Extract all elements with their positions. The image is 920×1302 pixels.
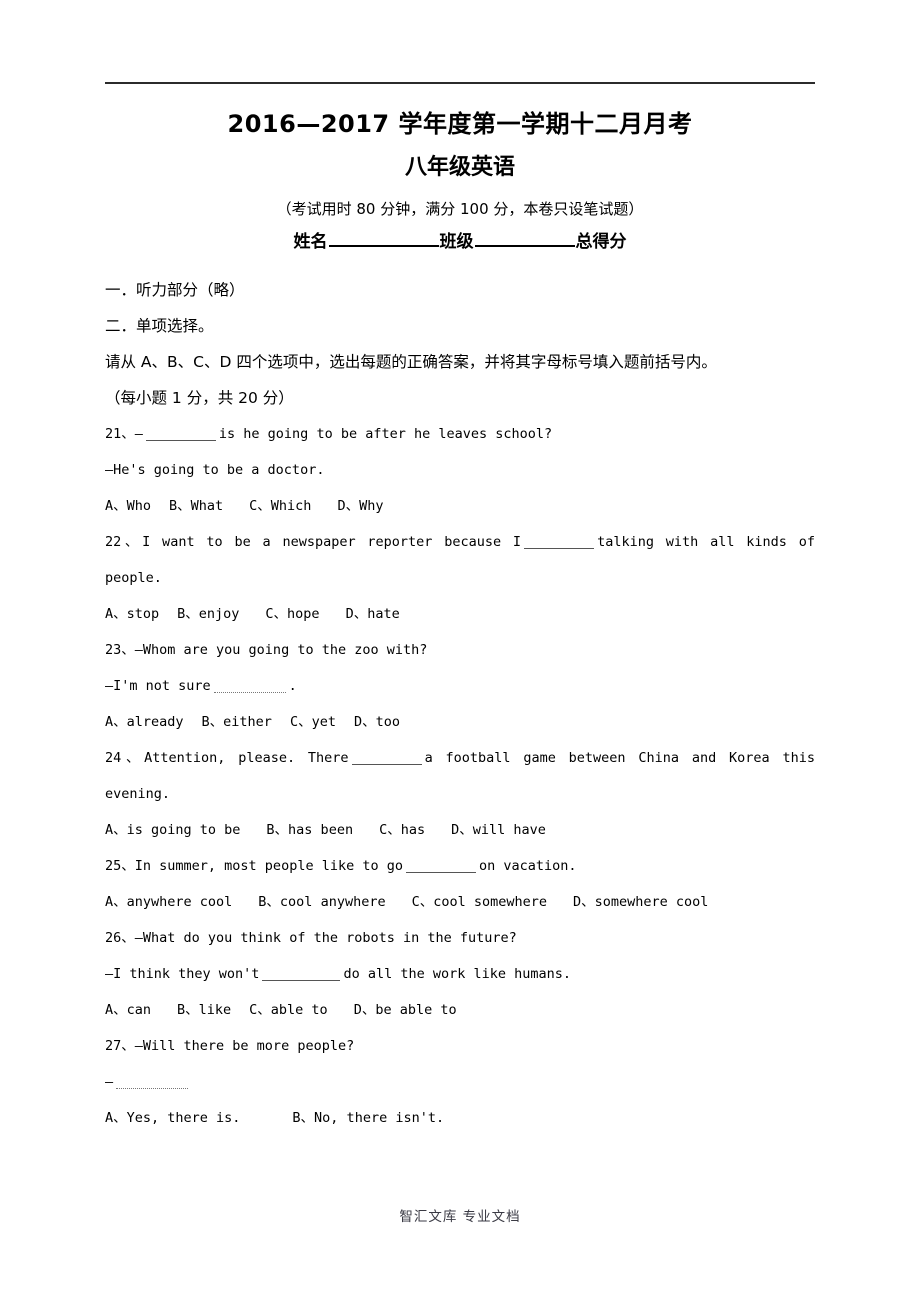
section-two-instruction: 请从 A、B、C、D 四个选项中，选出每题的正确答案，并将其字母标号填入题前括号… [105,353,717,371]
question-21-dash: — [134,426,143,442]
question-25-options: A、anywhere cool B、cool anywhere C、cool som… [105,884,815,920]
question-24-number: 24、 [105,750,145,766]
question-25-option-c[interactable]: C、cool somewhere [412,894,547,910]
question-23-option-d[interactable]: D、too [354,714,400,730]
question-26-option-c[interactable]: C、able to [249,1002,328,1018]
question-21-option-d[interactable]: D、Why [337,498,383,514]
exam-paper-page: 2016—2017 学年度第一学期十二月月考 八年级英语 （考试用时 80 分钟… [0,0,920,1302]
question-26-option-d[interactable]: D、be able to [354,1002,457,1018]
question-27-stem: 27、—Will there be more people? [105,1028,815,1064]
question-26-reply: —I think they won't do all the work like … [105,956,815,992]
section-two-heading: 二．单项选择。 [105,317,214,335]
question-22-blank[interactable] [524,535,595,549]
question-27-reply-dash: — [105,1074,114,1090]
question-26-text: —What do you think of the robots in the … [134,930,517,946]
question-21-reply: —He's going to be a doctor. [105,462,325,478]
question-24-option-d[interactable]: D、will have [451,822,546,838]
question-27-option-b[interactable]: B、No, there isn't. [292,1110,444,1126]
section-two-points: （每小题 1 分，共 20 分） [105,389,294,407]
question-24-options: A、is going to be B、has been C、has D、will ha… [105,812,815,848]
question-23-options: A、already B、either C、yet D、too [105,704,815,740]
question-27-text: —Will there be more people? [134,1038,355,1054]
question-25-option-b[interactable]: B、cool anywhere [258,894,385,910]
question-26-options: A、can B、like C、able to D、be able to [105,992,815,1028]
page-subtitle: 八年级英语 [404,155,515,180]
question-22-number: 22、 [105,534,143,550]
question-26-blank[interactable] [262,967,341,981]
question-25-text-a: In summer, most people like to go [134,858,403,874]
question-21-option-b[interactable]: B、What [169,498,223,514]
question-21-option-c[interactable]: C、Which [249,498,311,514]
question-21-number: 21、 [105,426,135,442]
question-27-blank[interactable] [116,1075,189,1089]
question-24-stem: 24、Attention, please. There a football ga… [105,740,815,776]
question-27-number: 27、 [105,1038,135,1054]
question-23-number: 23、 [105,642,135,658]
name-label: 姓名 [293,232,328,252]
question-23-text: —Whom are you going to the zoo with? [134,642,428,658]
question-26-number: 26、 [105,930,135,946]
question-26-stem: 26、—What do you think of the robots in t… [105,920,815,956]
question-25-option-a[interactable]: A、anywhere cool [105,894,232,910]
question-23-option-a[interactable]: A、already [105,714,184,730]
question-25-text-b: on vacation. [478,858,577,874]
question-22-option-c[interactable]: C、hope [265,606,319,622]
question-25-option-d[interactable]: D、somewhere cool [573,894,708,910]
question-21-stem: 21、— is he going to be after he leaves sc… [105,416,815,452]
question-26-reply-end: do all the work like humans. [343,966,572,982]
question-24-text-a: Attention, please. There [144,750,349,766]
student-id-line: 姓名 班级 总得分 [105,226,815,258]
question-25-number: 25、 [105,858,135,874]
class-label: 班级 [439,232,474,252]
question-22-text-b: talking with all kinds of [597,534,815,550]
question-27-options: A、Yes, there is. B、No, there isn't. [105,1100,815,1136]
question-22-stem: 22、I want to be a newspaper reporter bec… [105,524,815,560]
question-22-option-b[interactable]: B、enjoy [177,606,239,622]
question-27-option-a[interactable]: A、Yes, there is. [105,1110,240,1126]
question-23-reply-text: —I'm not sure [105,678,211,694]
question-25-blank[interactable] [405,859,476,873]
question-22-stem-wrap: people. [105,570,162,586]
question-23-option-c[interactable]: C、yet [290,714,336,730]
question-23-blank[interactable] [213,679,286,693]
question-24-option-b[interactable]: B、has been [266,822,353,838]
question-22-text-a: I want to be a newspaper reporter becaus… [142,534,522,550]
question-26-option-a[interactable]: A、can [105,1002,151,1018]
question-25-stem: 25、In summer, most people like to go on v… [105,848,815,884]
question-23-reply-end: . [288,678,297,694]
question-21-text: is he going to be after he leaves school… [218,426,553,442]
question-24-option-c[interactable]: C、has [379,822,425,838]
page-footer: 智汇文库 专业文档 [399,1209,521,1225]
question-22-option-d[interactable]: D、hate [346,606,400,622]
question-21-option-a[interactable]: A、Who [105,498,151,514]
question-21-options: A、Who B、What C、Which D、Why [105,488,815,524]
question-24-text-b: a football game between China and Korea … [424,750,815,766]
page-title: 2016—2017 学年度第一学期十二月月考 [227,110,693,138]
question-22-options: A、stop B、enjoy C、hope D、hate [105,596,815,632]
question-26-reply-text: —I think they won't [105,966,260,982]
question-24-option-a[interactable]: A、is going to be [105,822,240,838]
section-one-heading: 一．听力部分（略） [105,281,245,299]
question-27-reply: — [105,1064,815,1100]
question-24-blank[interactable] [351,751,422,765]
question-22-option-a[interactable]: A、stop [105,606,159,622]
question-21-blank[interactable] [145,427,216,441]
total-score-label: 总得分 [575,232,627,252]
question-23-option-b[interactable]: B、either [202,714,272,730]
name-blank[interactable] [328,230,439,247]
question-23-reply: —I'm not sure. [105,668,815,704]
question-26-option-b[interactable]: B、like [177,1002,231,1018]
header-divider-rule [105,82,815,84]
question-23-stem: 23、—Whom are you going to the zoo with? [105,632,815,668]
question-24-stem-wrap: evening. [105,786,171,802]
document-content: 2016—2017 学年度第一学期十二月月考 八年级英语 （考试用时 80 分钟… [105,104,815,1136]
exam-info-line: （考试用时 80 分钟，满分 100 分，本卷只设笔试题） [276,200,644,218]
class-blank[interactable] [474,230,575,247]
